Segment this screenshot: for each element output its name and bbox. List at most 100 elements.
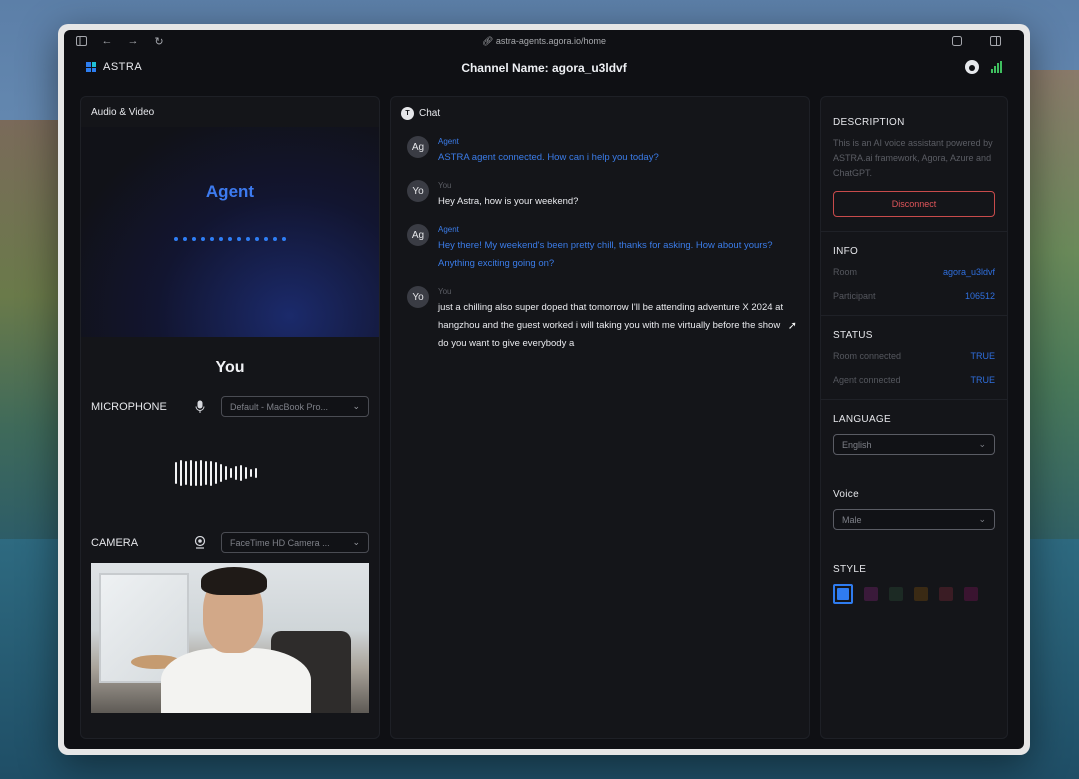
description-title: DESCRIPTION <box>833 117 905 128</box>
microphone-row: MICROPHONE Default - MacBook Pro... ⌄ <box>91 396 369 417</box>
agent-name: Agent <box>205 182 255 201</box>
agent-stage: Agent <box>81 127 379 337</box>
address-bar[interactable]: 🔗︎ astra-agents.agora.io/home <box>64 36 1024 47</box>
main-layout: Audio & Video Agent You MICROPHONE Defau… <box>80 96 1008 739</box>
chat-message: Yo You Hey Astra, how is your weekend? <box>407 180 785 211</box>
mouse-cursor-icon: ➚ <box>787 320 797 332</box>
microphone-icon[interactable] <box>191 398 209 416</box>
camera-preview <box>91 563 369 713</box>
language-section: LANGUAGE English ⌄ <box>821 414 1007 455</box>
chevron-down-icon: ⌄ <box>978 439 986 449</box>
audio-video-title: Audio & Video <box>91 107 155 118</box>
camera-select[interactable]: FaceTime HD Camera ... ⌄ <box>221 532 369 553</box>
voice-select[interactable]: Male ⌄ <box>833 509 995 530</box>
message-text: Hey there! My weekend's been pretty chil… <box>438 240 773 269</box>
style-swatch[interactable] <box>964 587 978 601</box>
settings-panel: DESCRIPTION This is an AI voice assistan… <box>820 96 1008 739</box>
chevron-down-icon: ⌄ <box>978 514 986 524</box>
message-body: You Hey Astra, how is your weekend? <box>438 181 785 211</box>
style-swatch-selected[interactable] <box>833 584 853 604</box>
microphone-select[interactable]: Default - MacBook Pro... ⌄ <box>221 396 369 417</box>
voice-section: Voice Male ⌄ <box>821 489 1007 530</box>
message-text: ASTRA agent connected. How can i help yo… <box>438 152 659 163</box>
message-text: just a chilling also super doped that to… <box>438 302 784 349</box>
chat-message-list: Ag Agent ASTRA agent connected. How can i … <box>407 136 785 367</box>
message-sender: You <box>438 181 452 190</box>
room-value: agora_u3ldvf <box>942 267 995 277</box>
status-title: STATUS <box>833 330 873 341</box>
browser-toolbar: ← → ↻ 🔗︎ astra-agents.agora.io/home <box>64 30 1024 52</box>
app-header: ASTRA Channel Name: agora_u3ldvf <box>64 52 1024 82</box>
style-swatches <box>833 584 995 604</box>
chat-message: Ag Agent ASTRA agent connected. How can i … <box>407 136 785 167</box>
chat-header: T Chat <box>391 97 809 120</box>
avatar: Yo <box>407 180 429 202</box>
chevron-down-icon: ⌄ <box>352 537 360 547</box>
chat-icon: T <box>401 107 414 120</box>
microphone-label: MICROPHONE <box>91 400 167 413</box>
voice-select-value: Male <box>842 514 862 525</box>
style-swatch[interactable] <box>939 587 953 601</box>
info-title: INFO <box>833 246 859 257</box>
message-sender: Agent <box>438 225 459 234</box>
participant-value: 106512 <box>964 291 995 301</box>
style-section: STYLE <box>821 564 1007 604</box>
message-text: Hey Astra, how is your weekend? <box>438 196 579 207</box>
link-icon: 🔗︎ <box>481 36 496 46</box>
camera-row: CAMERA FaceTime HD Camera ... ⌄ <box>91 532 369 553</box>
microphone-select-value: Default - MacBook Pro... <box>230 401 329 412</box>
divider <box>821 315 1007 316</box>
agent-connected-value: TRUE <box>970 375 996 385</box>
chat-message: Ag Agent Hey there! My weekend's been pret… <box>407 224 785 273</box>
camera-select-value: FaceTime HD Camera ... <box>230 537 330 548</box>
room-row: Room agora_u3ldvf <box>833 267 995 277</box>
message-body: You just a chilling also super doped that… <box>438 287 785 353</box>
participant-row: Participant 106512 <box>833 291 995 301</box>
agent-connected-row: Agent connected TRUE <box>833 375 995 385</box>
language-select[interactable]: English ⌄ <box>833 434 995 455</box>
message-sender: You <box>438 287 452 296</box>
message-body: Agent Hey there! My weekend's been pretty… <box>438 225 785 273</box>
camera-icon[interactable] <box>191 534 209 552</box>
camera-label: CAMERA <box>91 536 139 549</box>
info-section: INFO Room agora_u3ldvf Participant 10651… <box>821 246 1007 301</box>
github-icon[interactable] <box>965 60 979 74</box>
avatar: Ag <box>407 224 429 246</box>
chat-panel: T Chat Ag Agent ASTRA agent connected. How… <box>390 96 810 739</box>
divider <box>821 231 1007 232</box>
style-swatch[interactable] <box>864 587 878 601</box>
audio-video-panel: Audio & Video Agent You MICROPHONE Defau… <box>80 96 380 739</box>
you-title: You <box>215 359 245 376</box>
room-connected-value: TRUE <box>970 351 996 361</box>
avatar: Ag <box>407 136 429 158</box>
style-title: STYLE <box>833 564 867 575</box>
room-label: Room <box>833 267 858 277</box>
avatar: Yo <box>407 286 429 308</box>
description-section: DESCRIPTION This is an AI voice assistan… <box>821 97 1007 217</box>
chevron-down-icon: ⌄ <box>352 401 360 411</box>
agent-audio-visualizer <box>81 237 379 241</box>
microphone-waveform <box>175 459 257 487</box>
room-connected-label: Room connected <box>833 351 902 361</box>
style-swatch[interactable] <box>914 587 928 601</box>
browser-window: ← → ↻ 🔗︎ astra-agents.agora.io/home ASTR… <box>58 24 1030 755</box>
room-connected-row: Room connected TRUE <box>833 351 995 361</box>
language-title: LANGUAGE <box>833 414 891 425</box>
divider <box>821 399 1007 400</box>
disconnect-button[interactable]: Disconnect <box>833 191 995 217</box>
description-text: This is an AI voice assistant powered by… <box>833 138 993 178</box>
style-swatch[interactable] <box>889 587 903 601</box>
url-text: astra-agents.agora.io/home <box>495 36 606 46</box>
desktop-landscape-right <box>1024 70 1079 590</box>
browser-content: ← → ↻ 🔗︎ astra-agents.agora.io/home ASTR… <box>64 30 1024 749</box>
chat-title: Chat <box>419 108 441 119</box>
participant-label: Participant <box>833 291 876 301</box>
status-section: STATUS Room connected TRUE Agent connect… <box>821 330 1007 385</box>
agent-connected-label: Agent connected <box>833 375 901 385</box>
voice-title: Voice <box>833 489 859 500</box>
message-sender: Agent <box>438 137 459 146</box>
channel-name: Channel Name: agora_u3ldvf <box>461 61 627 75</box>
chat-message: Yo You just a chilling also super doped th… <box>407 286 785 353</box>
language-select-value: English <box>842 439 872 450</box>
message-body: Agent ASTRA agent connected. How can i he… <box>438 137 785 167</box>
